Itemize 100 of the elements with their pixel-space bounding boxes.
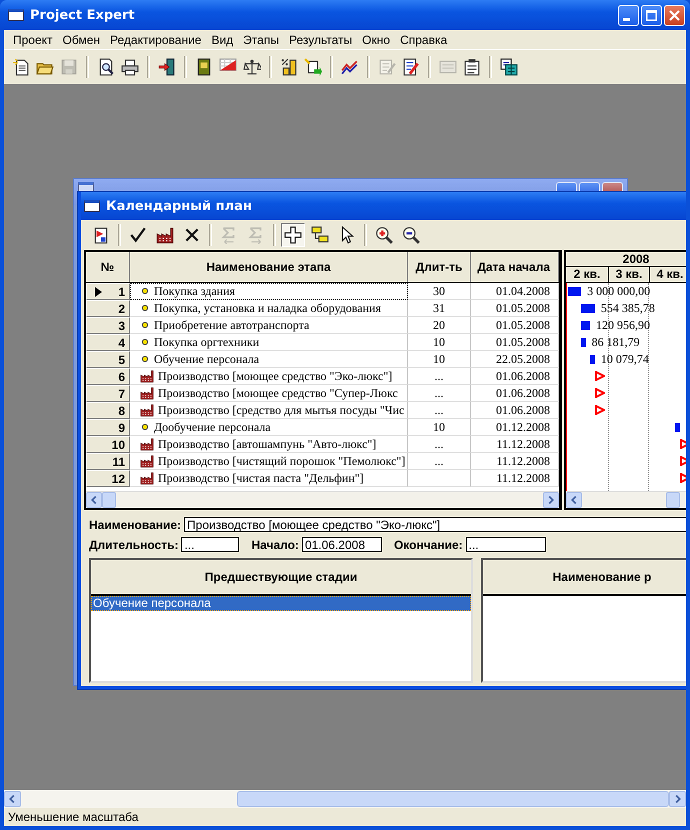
end-date-field[interactable]: ... — [466, 537, 546, 552]
field-label: Начало: — [251, 538, 299, 552]
row-header[interactable]: 2 — [86, 300, 130, 317]
quarter-header: 4 кв. — [650, 267, 686, 282]
table-cell: 01.05.2008 — [471, 300, 559, 317]
table-cell[interactable]: Производство [моющее средство "Эко-люкс"] — [130, 368, 408, 385]
table-cell[interactable]: Покупка здания — [130, 283, 408, 300]
field-label: Длительность: — [89, 538, 178, 552]
table-cell: 11.12.2008 — [471, 436, 559, 453]
table-cell: 01.05.2008 — [471, 317, 559, 334]
stage-name: Дообучение персонала — [154, 420, 271, 434]
cost-label: 120 956,90 — [596, 317, 650, 334]
table-cell: 01.04.2008 — [471, 283, 559, 300]
row-number: 9 — [118, 420, 125, 434]
table-cell: 10 — [408, 419, 471, 436]
stage-name: Производство [моющее средство "Эко-люкс"] — [158, 368, 392, 384]
menu-item[interactable]: Обмен — [58, 32, 106, 46]
cost-label: 10 079,74 — [600, 351, 649, 368]
list-header: Предшествующие стадии — [91, 560, 471, 596]
table-cell[interactable]: Производство [чистая паста "Дельфин"] — [130, 470, 408, 487]
row-header[interactable]: 1 — [86, 283, 130, 300]
stage-name: Производство [чистящий порошок "Пемолюкс"] — [158, 454, 406, 468]
row-number: 10 — [112, 438, 125, 452]
stage-name: Покупка, установка и наладка оборудования — [154, 300, 381, 316]
menu-item[interactable]: Окно — [357, 32, 396, 46]
stage-name: Производство [средство для мытья посуды "Чис — [158, 402, 404, 418]
table-cell: 22.05.2008 — [471, 351, 559, 368]
row-header[interactable]: 11 — [86, 453, 130, 470]
table-cell: 01.12.2008 — [471, 419, 559, 436]
row-number: 1 — [118, 284, 125, 298]
table-cell: 01.06.2008 — [471, 368, 559, 385]
column-header[interactable]: Наименование этапа — [130, 252, 408, 282]
stage-name: Производство [моющее средство "Супер-Люкс — [158, 386, 398, 400]
row-header[interactable]: 9 — [86, 419, 130, 436]
window-title: Project Expert — [30, 8, 135, 22]
table-cell[interactable]: Покупка, установка и наладка оборудования — [130, 300, 408, 317]
row-number: 11 — [112, 454, 125, 468]
row-number: 8 — [118, 404, 125, 418]
row-number: 2 — [118, 302, 125, 316]
table-cell: ... — [408, 385, 471, 402]
cost-label: 554 385,78 — [600, 300, 655, 317]
table-cell[interactable]: Производство [средство для мытья посуды "Чис — [130, 402, 408, 419]
stage-name: Производство [чистая паста "Дельфин"] — [158, 470, 364, 486]
table-cell: 31 — [408, 300, 471, 317]
table-cell: ... — [408, 436, 471, 453]
list-header: Наименование р — [483, 560, 686, 596]
table-cell[interactable]: Производство [автошампунь "Авто-люкс"] — [130, 436, 408, 453]
table-cell: ... — [408, 453, 471, 470]
menu-item[interactable]: Справка — [395, 32, 452, 46]
table-cell: 01.06.2008 — [471, 385, 559, 402]
row-number: 4 — [118, 336, 125, 350]
table-cell[interactable]: Производство [моющее средство "Супер-Люкс — [130, 385, 408, 402]
row-header[interactable]: 8 — [86, 402, 130, 419]
year-header: 2008 — [566, 252, 686, 267]
table-cell: ... — [408, 368, 471, 385]
stage-name: Обучение персонала — [154, 352, 260, 366]
row-header[interactable]: 6 — [86, 368, 130, 385]
row-header[interactable]: 7 — [86, 385, 130, 402]
table-cell: 01.05.2008 — [471, 334, 559, 351]
stage-name: Покупка здания — [154, 284, 236, 298]
row-header[interactable]: 4 — [86, 334, 130, 351]
row-header[interactable]: 3 — [86, 317, 130, 334]
table-cell[interactable]: Покупка оргтехники — [130, 334, 408, 351]
row-number: 7 — [118, 386, 125, 400]
table-cell: 01.06.2008 — [471, 402, 559, 419]
row-header[interactable]: 10 — [86, 436, 130, 453]
cost-label: 3 000 000,00 — [587, 283, 650, 300]
field-label: Наименование: — [89, 518, 182, 532]
table-cell: 11.12.2008 — [471, 470, 559, 487]
table-cell[interactable]: Обучение персонала — [130, 351, 408, 368]
table-cell[interactable]: Дообучение персонала — [130, 419, 408, 436]
list-item[interactable]: Обучение персонала — [91, 596, 471, 611]
row-number: 6 — [118, 370, 125, 384]
duration-field[interactable]: ... — [181, 537, 240, 552]
column-header[interactable]: № — [86, 252, 130, 282]
status-bar: Уменьшение масштаба — [4, 808, 686, 826]
table-cell: 10 — [408, 351, 471, 368]
table-cell: ... — [408, 402, 471, 419]
menu-item[interactable]: Проект — [8, 32, 58, 46]
menu-item[interactable]: Редактирование — [105, 32, 206, 46]
table-cell: 10 — [408, 334, 471, 351]
table-cell[interactable]: Приобретение автотранспорта — [130, 317, 408, 334]
quarter-header: 2 кв. — [566, 267, 609, 282]
menu-item[interactable]: Этапы — [238, 32, 284, 46]
row-header[interactable]: 12 — [86, 470, 130, 487]
window-title: Календарный план — [106, 198, 252, 214]
field-label: Окончание: — [394, 538, 463, 552]
menu-item[interactable]: Вид — [206, 32, 238, 46]
start-date-field[interactable]: 01.06.2008 — [302, 537, 382, 552]
menu-item[interactable]: Результаты — [284, 32, 358, 46]
quarter-header: 3 кв. — [609, 267, 650, 282]
cost-label: 86 181,79 — [592, 334, 640, 351]
stage-name: Приобретение автотранспорта — [154, 318, 310, 332]
table-cell[interactable]: Производство [чистящий порошок "Пемолюкс"] — [130, 453, 408, 470]
name-field[interactable]: Производство [моющее средство "Эко-люкс"] — [184, 517, 686, 532]
row-header[interactable]: 5 — [86, 351, 130, 368]
column-header[interactable]: Дата начала — [471, 252, 559, 282]
stage-name: Производство [автошампунь "Авто-люкс"] — [158, 436, 376, 452]
table-cell: 30 — [408, 283, 471, 300]
column-header[interactable]: Длит-ть — [408, 252, 471, 282]
